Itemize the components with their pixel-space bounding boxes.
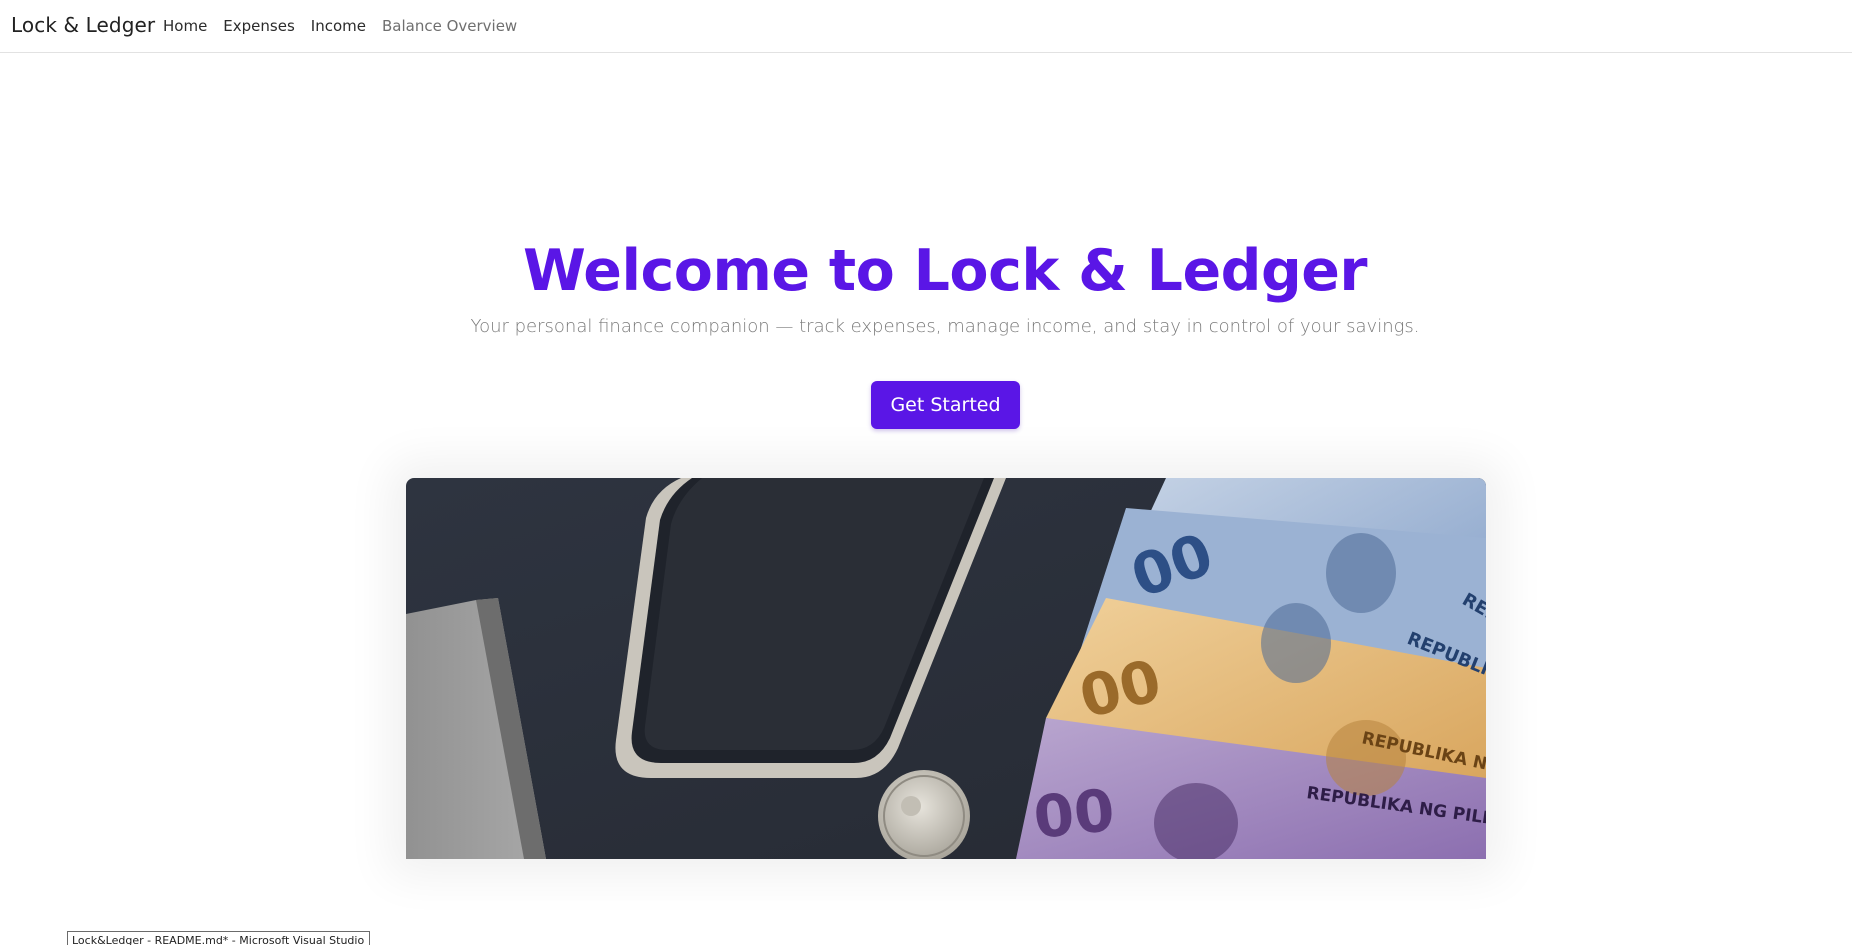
page: Lock & Ledger Home Expenses Income Balan… (0, 0, 1852, 945)
nav-link-balance-overview[interactable]: Balance Overview (382, 17, 517, 35)
nav-link-income[interactable]: Income (311, 17, 366, 35)
hero-photo-illustration: 00 00 00 REPUBLIKA REPUBLIKA NG P REPUBL… (406, 478, 1486, 859)
nav-links: Home Expenses Income Balance Overview (163, 17, 517, 35)
brand-logo-link[interactable]: Lock & Ledger (11, 13, 155, 37)
nav-link-home[interactable]: Home (163, 17, 207, 35)
coin-shape (878, 770, 970, 859)
taskbar-tooltip: Lock&Ledger - README.md* - Microsoft Vis… (67, 931, 371, 945)
hero-image: 00 00 00 REPUBLIKA REPUBLIKA NG P REPUBL… (406, 478, 1486, 859)
hero-title: Welcome to Lock & Ledger (522, 238, 1368, 304)
svg-text:00: 00 (1030, 776, 1117, 852)
top-navbar: Lock & Ledger Home Expenses Income Balan… (0, 0, 1852, 53)
get-started-button[interactable]: Get Started (871, 381, 1020, 429)
nav-link-expenses[interactable]: Expenses (223, 17, 294, 35)
hero-subtitle: Your personal finance companion — track … (470, 316, 1420, 337)
